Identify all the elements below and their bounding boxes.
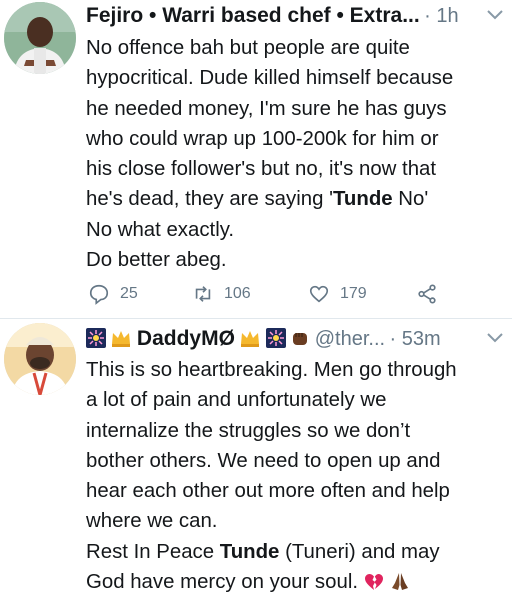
text-line: God have mercy on your soul. — [86, 567, 506, 600]
text-line: Rest In Peace Tunde (Tuneri) and may — [86, 537, 506, 567]
like-count: 179 — [340, 285, 367, 302]
crown-icon — [239, 328, 261, 353]
text-segment: he's dead, they are saying ' — [86, 188, 333, 211]
text-line: hypocritical. Dude killed himself becaus… — [86, 67, 454, 90]
heart-icon — [309, 285, 329, 303]
tweet-text: This is so heartbreaking. Men go through… — [86, 355, 506, 600]
tweet-text: No offence bah but people are quite hypo… — [86, 33, 506, 275]
bold-name: Tunde — [219, 540, 280, 563]
text-line: This is so heartbreaking. Men go through — [86, 359, 457, 381]
text-segment: (Tuneri) and may — [279, 540, 440, 563]
text-line: he's dead, they are saying 'Tunde No' — [86, 184, 506, 214]
text-line: who could wrap up 100-200k for him or — [86, 127, 439, 150]
text-line: No what exactly. — [86, 218, 235, 241]
bold-name: Tunde — [332, 188, 393, 211]
text-segment: No' — [392, 188, 429, 211]
share-icon — [418, 284, 436, 304]
text-line: his close follower's but no, it's now th… — [86, 158, 437, 181]
like-button[interactable]: 179 — [308, 283, 367, 305]
crown-icon — [110, 328, 132, 353]
author-handle[interactable]: @ther... — [315, 328, 385, 350]
fist-icon — [290, 328, 310, 353]
text-line: where we can. — [86, 510, 218, 533]
text-line: a lot of pain and unfortunately we — [86, 389, 387, 412]
reply-button[interactable]: 25 — [88, 283, 138, 305]
fireworks-icon — [86, 328, 106, 353]
retweet-count: 106 — [224, 285, 251, 302]
text-line: No offence bah but people are quite — [86, 37, 410, 59]
reply-icon — [89, 284, 109, 305]
tweet-1[interactable]: Fejiro • Warri based chef • Extra... · 1… — [0, 0, 512, 318]
chevron-down-icon[interactable] — [486, 8, 504, 22]
timestamp[interactable]: · 1h — [424, 5, 458, 27]
tweet-header: DaddyMØ @ther... · 53m — [86, 327, 504, 357]
reply-count: 25 — [120, 285, 138, 302]
text-line: Do better abeg. — [86, 249, 227, 272]
author-name[interactable]: Fejiro • Warri based chef • Extra... — [86, 4, 420, 27]
text-segment: Rest In Peace — [86, 540, 220, 563]
retweet-icon — [195, 286, 211, 302]
tweet-2[interactable]: DaddyMØ @ther... · 53m This is so heartb… — [0, 319, 512, 603]
tweet-header: Fejiro • Warri based chef • Extra... · 1… — [86, 4, 504, 34]
author-name[interactable]: DaddyMØ — [137, 327, 235, 350]
praying-hands-icon — [389, 570, 411, 600]
avatar[interactable] — [4, 323, 76, 395]
text-line: bother others. We need to open up and — [86, 449, 441, 472]
tweet-actions: 25 106 179 — [86, 283, 506, 313]
retweet-button[interactable]: 106 — [192, 283, 251, 305]
text-segment: God have mercy on your soul. — [86, 571, 359, 594]
text-line: he needed money, I'm sure he has guys — [86, 97, 447, 120]
avatar[interactable] — [4, 2, 76, 74]
broken-heart-icon — [364, 570, 384, 600]
share-button[interactable] — [416, 283, 438, 305]
text-line: internalize the struggles so we don’t — [86, 419, 411, 442]
fireworks-icon — [265, 328, 286, 353]
text-line: hear each other out more often and help — [86, 480, 450, 503]
timestamp[interactable]: · 53m — [390, 328, 441, 350]
chevron-down-icon[interactable] — [486, 331, 504, 345]
